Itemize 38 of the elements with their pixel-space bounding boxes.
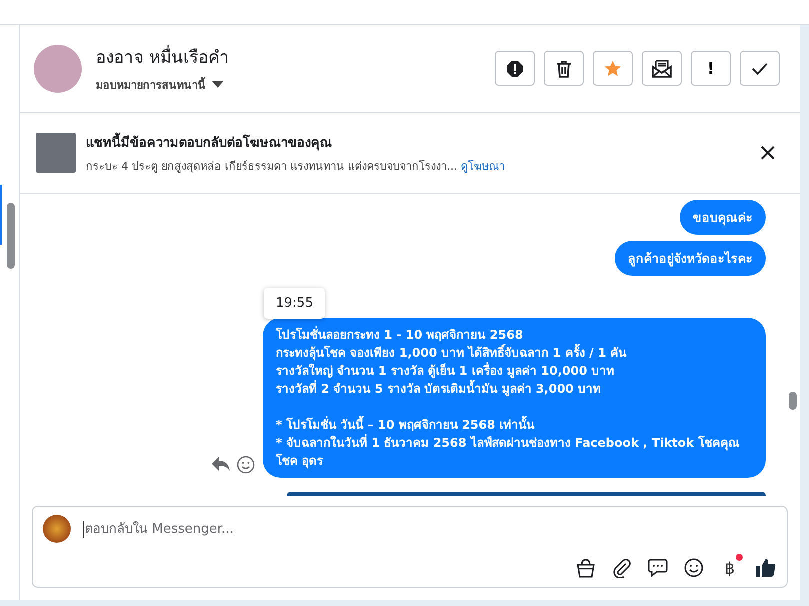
reply-icon[interactable] bbox=[211, 456, 231, 472]
mark-unread-button[interactable] bbox=[642, 51, 682, 86]
report-button[interactable] bbox=[495, 51, 535, 86]
scrollbar-thumb[interactable] bbox=[789, 392, 797, 410]
page-avatar bbox=[43, 515, 71, 543]
alert-icon bbox=[506, 60, 524, 78]
ad-banner-title: แชทนี้มีข้อความตอบกลับต่อโฆษณาของคุณ bbox=[86, 132, 758, 152]
delete-button[interactable] bbox=[544, 51, 584, 86]
ad-description: กระบะ 4 ประตู ยกสูงสุดหล่อ เกียร์ธรรมดา แรงทนทาน แต่งครบจบจากโรงงา... ดูโฆษณา bbox=[86, 158, 506, 174]
like-button[interactable] bbox=[755, 557, 777, 579]
view-ad-link[interactable]: ดูโฆษณา bbox=[460, 160, 505, 172]
shopping-bag-icon bbox=[576, 558, 596, 578]
time-tooltip: 19:55 bbox=[264, 288, 326, 319]
chat-bubble-icon bbox=[648, 558, 668, 578]
contact-name: องอาจ หมื่นเรือคำ bbox=[96, 43, 495, 70]
emoji-icon[interactable] bbox=[237, 456, 255, 474]
emoji-icon bbox=[684, 558, 704, 578]
message-bubble: โปรโมชั่นลอยกระทง 1 - 10 พฤศจิกายน 2568 กระทงลุ้นโชค จองเพียง 1,000 บาท ได้สิทธิ์จับฉลาก 1 ครั้ง / 1 คัน รางวัลใหญ่ จำนวน 1 รางวัล ตู้เย็น 1 เครื่อง มูลค่า 10,000 บาท รางวัลที่ 2 จำนวน 5 รางวัล บัตรเติมน้ำมัน มูลค่า 3,000 บาท * โปรโมชั่น วันนี้ – 10 พฤศจิกายน 2568 เท่านั้น * จับฉลากในวันที่ 1 ธันวาคม 2568 ไลฟ์สดผ่านช่องทาง Facebook , Tiktok โชคคุณ โชค อุดร bbox=[263, 318, 766, 478]
mail-icon bbox=[652, 60, 672, 78]
photo-placeholder bbox=[36, 133, 76, 173]
trash-icon bbox=[556, 60, 572, 78]
paperclip-icon bbox=[612, 558, 632, 578]
check-icon bbox=[751, 62, 769, 76]
message-bubble: ลูกค้าอยู่จังหวัดอะไรคะ bbox=[615, 241, 766, 276]
attach-button[interactable] bbox=[611, 557, 633, 579]
scrollbar-thumb[interactable] bbox=[7, 203, 15, 269]
caret-icon bbox=[212, 81, 224, 89]
shop-button[interactable] bbox=[575, 557, 597, 579]
assign-dropdown[interactable]: มอบหมายการสนทนานี้ bbox=[96, 76, 224, 94]
saved-replies-button[interactable] bbox=[647, 557, 669, 579]
emoji-button[interactable] bbox=[683, 557, 705, 579]
message-bubble: ขอบคุณค่ะ bbox=[680, 200, 766, 235]
thumbs-up-icon bbox=[755, 558, 777, 578]
selection-indicator bbox=[0, 185, 2, 245]
done-button[interactable] bbox=[740, 51, 780, 86]
important-button[interactable]: ! bbox=[691, 51, 731, 86]
payment-button[interactable]: ฿ bbox=[719, 557, 741, 579]
star-button[interactable] bbox=[593, 51, 633, 86]
